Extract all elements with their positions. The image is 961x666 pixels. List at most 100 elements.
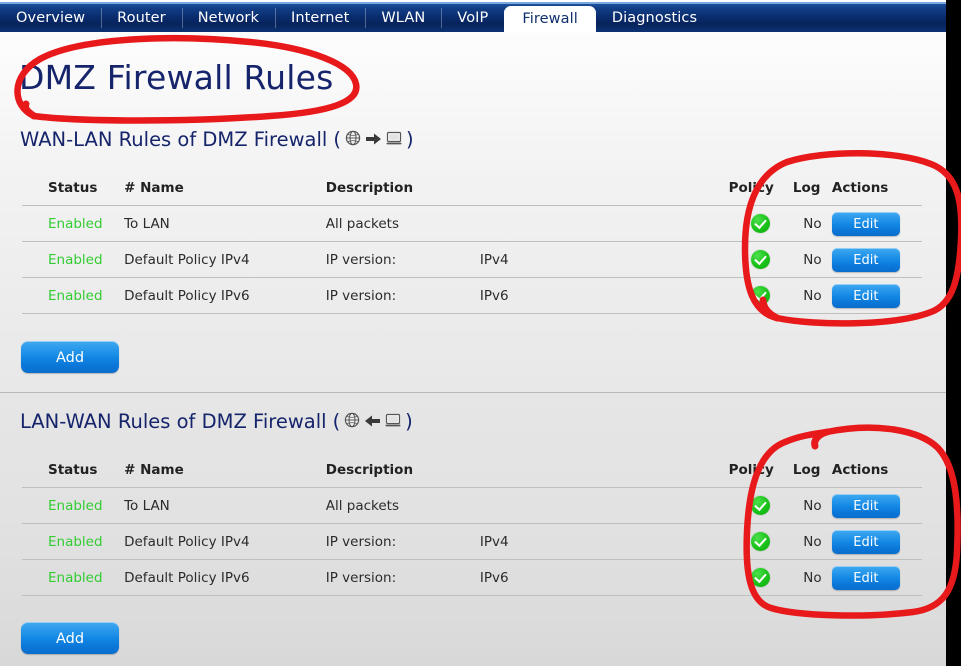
globe-icon [344, 410, 360, 433]
log-value: No [792, 241, 832, 278]
nav-tab-voip[interactable]: VoIP [441, 4, 504, 32]
green-check-icon [751, 250, 771, 269]
edit-button[interactable]: Edit [831, 211, 900, 236]
table-header-row: Status # Name Description Policy Log Act… [22, 170, 922, 206]
nav-tab-internet[interactable]: Internet [274, 4, 365, 32]
table-row: Enabled To LAN All packets No Edit [22, 487, 922, 524]
rule-name: Default Policy IPv6 [124, 559, 326, 596]
edit-button[interactable]: Edit [831, 283, 900, 308]
direction-icon-group: () [333, 128, 413, 151]
rule-description-value [479, 205, 729, 242]
rule-description: All packets [325, 487, 480, 524]
section-heading-text: WAN-LAN Rules of DMZ Firewall [20, 128, 328, 151]
column-header-spacer [480, 170, 729, 206]
rule-name: Default Policy IPv4 [124, 523, 326, 560]
nav-tab-overview[interactable]: Overview [0, 4, 101, 32]
right-black-strip [946, 0, 961, 666]
nav-tab-router[interactable]: Router [101, 4, 182, 32]
column-header-status: Status [48, 180, 98, 196]
green-check-icon [751, 496, 771, 515]
table-row: Enabled Default Policy IPv4 IP version: … [22, 523, 922, 560]
table-row: Enabled Default Policy IPv4 IP version: … [22, 241, 922, 278]
nav-tab-label: Network [197, 10, 259, 26]
actions-cell: Edit [831, 487, 922, 524]
policy-cell [728, 241, 793, 278]
log-value: No [792, 559, 832, 596]
rule-description: All packets [325, 205, 480, 242]
policy-cell [728, 205, 793, 242]
main-navigation-bar: Overview Router Network Internet WLAN Vo… [0, 2, 946, 32]
status-badge: Enabled [48, 215, 103, 232]
policy-cell [728, 487, 793, 524]
arrow-left-icon [364, 410, 381, 433]
column-header-status: Status [48, 462, 98, 478]
policy-cell [728, 523, 793, 560]
rule-description-value: IPv4 [479, 523, 729, 560]
rule-description-value: IPv4 [479, 241, 729, 278]
edit-button[interactable]: Edit [831, 493, 900, 518]
column-header-policy: Policy [728, 180, 774, 196]
nav-tab-network[interactable]: Network [181, 4, 275, 32]
rule-description-value: IPv6 [479, 559, 729, 596]
nav-tab-label: Internet [290, 10, 350, 26]
green-check-icon [751, 532, 771, 551]
section-heading-text: LAN-WAN Rules of DMZ Firewall [20, 410, 327, 433]
nav-tab-wlan[interactable]: WLAN [365, 4, 441, 32]
arrow-right-icon [365, 128, 382, 151]
status-badge: Enabled [48, 569, 103, 586]
status-badge: Enabled [48, 533, 103, 550]
column-header-actions: Actions [831, 462, 889, 478]
rule-description: IP version: [325, 559, 480, 596]
edit-button[interactable]: Edit [831, 247, 900, 272]
edit-button[interactable]: Edit [831, 565, 900, 590]
nav-tab-label: Diagnostics [611, 10, 698, 26]
actions-cell: Edit [831, 241, 922, 278]
add-rule-button-wan-lan[interactable]: Add [21, 341, 119, 373]
actions-cell: Edit [831, 277, 922, 314]
column-header-spacer [480, 452, 729, 488]
rule-name: Default Policy IPv4 [124, 241, 326, 278]
column-header-description: Description [325, 462, 414, 478]
nav-tab-firewall[interactable]: Firewall [504, 6, 596, 32]
close-paren: ) [405, 410, 413, 433]
status-badge: Enabled [48, 497, 103, 514]
nav-tab-label: Router [117, 10, 166, 26]
column-header-actions: Actions [831, 180, 889, 196]
column-header-number-name: # Name [124, 462, 184, 478]
green-check-icon [751, 568, 771, 587]
column-header-policy: Policy [728, 462, 774, 478]
green-check-icon [751, 286, 771, 305]
actions-cell: Edit [831, 523, 922, 560]
column-header-description: Description [325, 180, 414, 196]
log-value: No [792, 205, 832, 242]
rule-name: To LAN [124, 205, 326, 242]
table-row: Enabled Default Policy IPv6 IP version: … [22, 277, 922, 314]
column-header-log: Log [792, 180, 821, 196]
monitor-icon [385, 410, 401, 433]
open-paren: ( [333, 128, 341, 151]
rule-description: IP version: [325, 277, 480, 314]
rule-description: IP version: [325, 241, 480, 278]
rule-description-value [479, 487, 729, 524]
add-rule-button-lan-wan[interactable]: Add [21, 622, 119, 654]
column-header-log: Log [792, 462, 821, 478]
lan-wan-rules-table: Status # Name Description Policy Log Act… [22, 452, 922, 596]
edit-button[interactable]: Edit [831, 529, 900, 554]
page-title: DMZ Firewall Rules [19, 58, 334, 97]
monitor-icon [386, 128, 402, 151]
log-value: No [792, 487, 832, 524]
screenshot-viewport: Overview Router Network Internet WLAN Vo… [0, 0, 961, 666]
log-value: No [792, 277, 832, 314]
nav-tab-label: Firewall [522, 11, 578, 27]
nav-tab-diagnostics[interactable]: Diagnostics [596, 4, 713, 32]
rule-name: Default Policy IPv6 [124, 277, 326, 314]
nav-tab-label: VoIP [457, 10, 489, 26]
open-paren: ( [332, 410, 341, 433]
direction-icon-group: () [333, 410, 413, 433]
close-paren: ) [405, 128, 414, 151]
column-header-number-name: # Name [124, 180, 184, 196]
rule-description: IP version: [325, 523, 480, 560]
status-badge: Enabled [48, 251, 103, 268]
policy-cell [728, 559, 793, 596]
actions-cell: Edit [831, 205, 922, 242]
